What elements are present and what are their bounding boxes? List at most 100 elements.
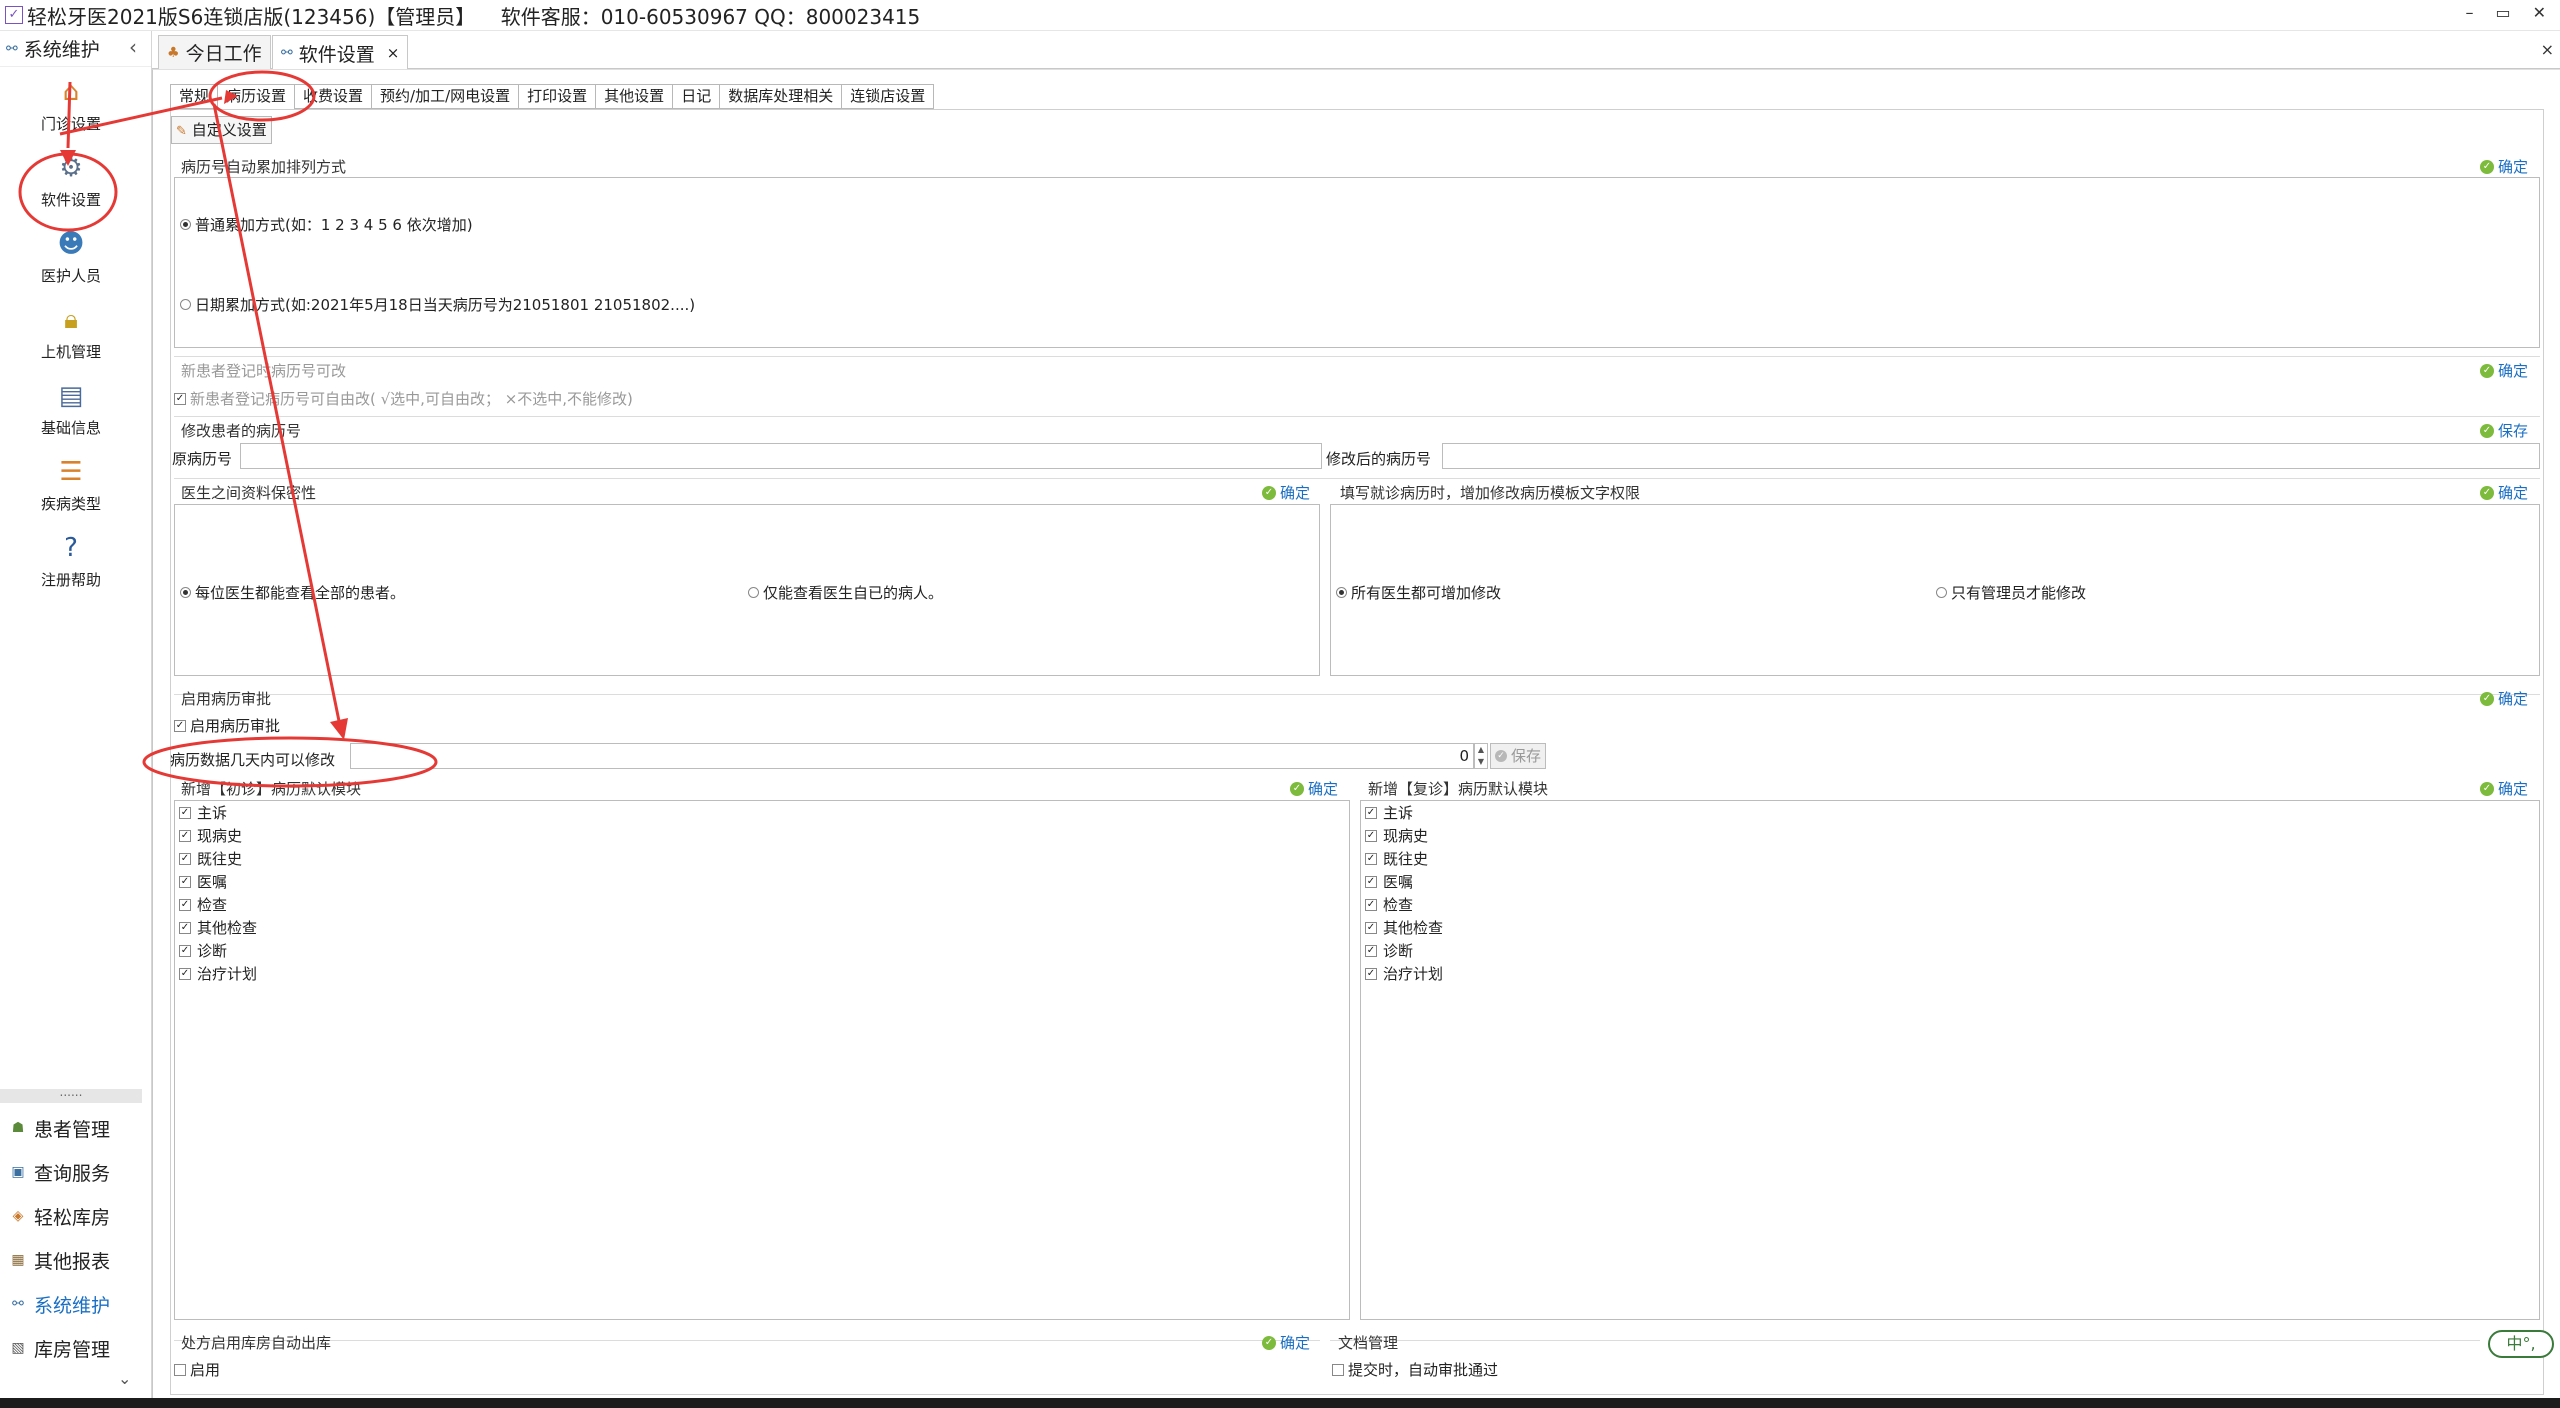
check-icon: ✓ — [2480, 423, 2494, 438]
module-checkbox-item[interactable]: ✓ 检查 — [1361, 893, 2539, 916]
modify-number-title: 修改患者的病历号 — [181, 422, 302, 440]
editable-checkbox[interactable]: ✓ 新患者登记病历号可自由改( √选中,可自由改； ×不选中,不能修改) — [174, 388, 633, 409]
checkbox[interactable]: ✓ — [1365, 944, 1377, 957]
checkbox[interactable]: ✓ — [1365, 921, 1377, 934]
restore-button[interactable]: ▭ — [2495, 3, 2510, 22]
checkbox[interactable]: ✓ — [1365, 852, 1377, 865]
first-visit-title: 新增【初诊】病历默认模块 — [181, 780, 362, 798]
module-checkbox-item[interactable]: ✓ 诊断 — [1361, 939, 2539, 962]
radio-label: 日期累加方式(如:2021年5月18日当天病历号为21051801 210518… — [195, 296, 696, 314]
close-window-button[interactable]: ✕ — [2533, 3, 2546, 22]
privacy-ok-button[interactable]: ✓ 确定 — [1262, 482, 1310, 503]
module-checkbox-item[interactable]: ✓ 主诉 — [1361, 801, 2539, 824]
radio-normal-increment[interactable]: 普通累加方式(如：1 2 3 4 5 6 依次增加) — [180, 214, 473, 235]
module-checkbox-item[interactable]: ✓ 医嘱 — [175, 870, 1349, 893]
subtab-general[interactable]: 常规 — [170, 84, 219, 109]
module-checkbox-item[interactable]: ✓ 诊断 — [175, 939, 1349, 962]
checkbox[interactable]: ✓ — [1365, 898, 1377, 911]
documents-checkbox[interactable]: 提交时，自动审批通过 — [1332, 1359, 1498, 1380]
original-number-input[interactable] — [240, 443, 1322, 469]
nav-medical-staff[interactable]: ☻ 医护人员 — [0, 227, 142, 286]
prescription-ok-button[interactable]: ✓ 确定 — [1262, 1332, 1310, 1353]
subtab-print[interactable]: 打印设置 — [518, 84, 597, 109]
module-system-maintenance[interactable]: ⚯ 系统维护 — [0, 1282, 142, 1326]
modify-number-save-button[interactable]: ✓ 保存 — [2480, 420, 2528, 441]
return-visit-ok-button[interactable]: ✓ 确定 — [2480, 778, 2528, 799]
checkbox[interactable]: ✓ — [1365, 829, 1377, 842]
radio-date-increment[interactable]: 日期累加方式(如:2021年5月18日当天病历号为21051801 210518… — [180, 294, 695, 315]
close-tab-button[interactable]: × — [387, 44, 400, 62]
radio-all-patients[interactable]: 每位医生都能查看全部的患者。 — [180, 582, 405, 603]
tab-today-work[interactable]: ♣ 今日工作 — [158, 35, 271, 69]
module-checkbox-item[interactable]: ✓ 治疗计划 — [1361, 962, 2539, 985]
custom-settings-button[interactable]: ✎ 自定义设置 — [171, 116, 272, 144]
original-number-label: 原病历号 — [172, 450, 233, 468]
collapse-sidebar-button[interactable]: ‹ — [129, 35, 137, 59]
nav-login-management[interactable]: 🔒︎ 上机管理 — [0, 303, 142, 362]
new-number-input[interactable] — [1442, 443, 2540, 469]
nav-disease-types[interactable]: ☰ 疾病类型 — [0, 455, 142, 514]
module-warehouse-management[interactable]: ▧ 库房管理 — [0, 1326, 142, 1370]
module-query-service[interactable]: ▣ 查询服务 — [0, 1150, 142, 1194]
subtab-database[interactable]: 数据库处理相关 — [719, 84, 843, 109]
editable-ok-button[interactable]: ✓ 确定 — [2480, 360, 2528, 381]
subtab-other[interactable]: 其他设置 — [595, 84, 674, 109]
ime-indicator[interactable]: 中°, — [2488, 1330, 2554, 1358]
checkbox[interactable]: ✓ — [179, 898, 191, 911]
nav-registration-help[interactable]: ? 注册帮助 — [0, 531, 142, 590]
module-easy-warehouse[interactable]: ◈ 轻松库房 — [0, 1194, 142, 1238]
module-checkbox-item[interactable]: ✓ 主诉 — [175, 801, 1349, 824]
nav-label: 上机管理 — [40, 343, 101, 361]
template-rights-ok-button[interactable]: ✓ 确定 — [2480, 482, 2528, 503]
nav-software-settings[interactable]: ⚙ 软件设置 — [0, 151, 142, 210]
radio-admin-only-edit[interactable]: 只有管理员才能修改 — [1936, 582, 2086, 603]
ok-label: 确定 — [1308, 780, 1339, 798]
approval-checkbox[interactable]: ✓ 启用病历审批 — [174, 715, 280, 736]
close-all-button[interactable]: × — [2541, 40, 2554, 59]
subtab-medical-record[interactable]: 病历设置 — [217, 84, 296, 109]
first-visit-ok-button[interactable]: ✓ 确定 — [1290, 778, 1338, 799]
subtab-charging[interactable]: 收费设置 — [294, 84, 373, 109]
checkbox[interactable]: ✓ — [1365, 806, 1377, 819]
template-rights-title: 填写就诊病历时，增加修改病历模板文字权限 — [1340, 484, 1641, 502]
module-checkbox-item[interactable]: ✓ 治疗计划 — [175, 962, 1349, 985]
module-checkbox-item[interactable]: ✓ 检查 — [175, 893, 1349, 916]
module-patient-management[interactable]: ☗ 患者管理 — [0, 1106, 142, 1150]
first-visit-module-list: ✓ 主诉 ✓ 现病史 ✓ 既往史 ✓ 医嘱 ✓ 检查 ✓ 其他检查 ✓ 诊断 ✓ 治疗计划 — [174, 800, 1350, 1320]
module-checkbox-item[interactable]: ✓ 既往史 — [1361, 847, 2539, 870]
checkbox[interactable]: ✓ — [179, 852, 191, 865]
module-checkbox-item[interactable]: ✓ 既往史 — [175, 847, 1349, 870]
subtab-diary[interactable]: 日记 — [672, 84, 721, 109]
days-edit-save-button[interactable]: ✓ 保存 — [1490, 743, 1547, 769]
nav-basic-info[interactable]: ▤ 基础信息 — [0, 379, 142, 438]
module-checkbox-item[interactable]: ✓ 医嘱 — [1361, 870, 2539, 893]
checkbox[interactable]: ✓ — [179, 829, 191, 842]
checkbox[interactable]: ✓ — [179, 806, 191, 819]
module-checkbox-item[interactable]: ✓ 其他检查 — [175, 916, 1349, 939]
days-edit-spinner[interactable]: ▲ ▼ — [1474, 743, 1488, 769]
tab-software-settings[interactable]: ⚯ 软件设置 × — [272, 35, 409, 70]
approval-ok-button[interactable]: ✓ 确定 — [2480, 688, 2528, 709]
module-checkbox-item[interactable]: ✓ 现病史 — [175, 824, 1349, 847]
radio-own-patients[interactable]: 仅能查看医生自已的病人。 — [748, 582, 943, 603]
checkbox[interactable]: ✓ — [179, 921, 191, 934]
nav-clinic-settings[interactable]: ⌂ 门诊设置 — [0, 75, 142, 134]
numbering-ok-button[interactable]: ✓ 确定 — [2480, 156, 2528, 177]
module-checkbox-item[interactable]: ✓ 其他检查 — [1361, 916, 2539, 939]
minimize-button[interactable]: – — [2465, 3, 2473, 22]
module-label: 现病史 — [197, 827, 243, 845]
days-edit-input[interactable]: 0 — [350, 743, 1474, 769]
module-checkbox-item[interactable]: ✓ 现病史 — [1361, 824, 2539, 847]
prescription-checkbox[interactable]: 启用 — [174, 1359, 220, 1380]
checkbox[interactable]: ✓ — [179, 875, 191, 888]
checkbox[interactable]: ✓ — [1365, 967, 1377, 980]
sidebar-splitter[interactable]: ...... — [0, 1086, 142, 1103]
radio-all-doctors-edit[interactable]: 所有医生都可增加修改 — [1336, 582, 1501, 603]
checkbox[interactable]: ✓ — [179, 967, 191, 980]
checkbox[interactable]: ✓ — [1365, 875, 1377, 888]
module-other-reports[interactable]: ▦ 其他报表 — [0, 1238, 142, 1282]
subtab-chain-store[interactable]: 连锁店设置 — [841, 84, 935, 109]
subtab-appointment[interactable]: 预约/加工/网电设置 — [371, 84, 520, 109]
expand-chevron-icon[interactable]: ⌄ — [118, 1369, 131, 1388]
checkbox[interactable]: ✓ — [179, 944, 191, 957]
